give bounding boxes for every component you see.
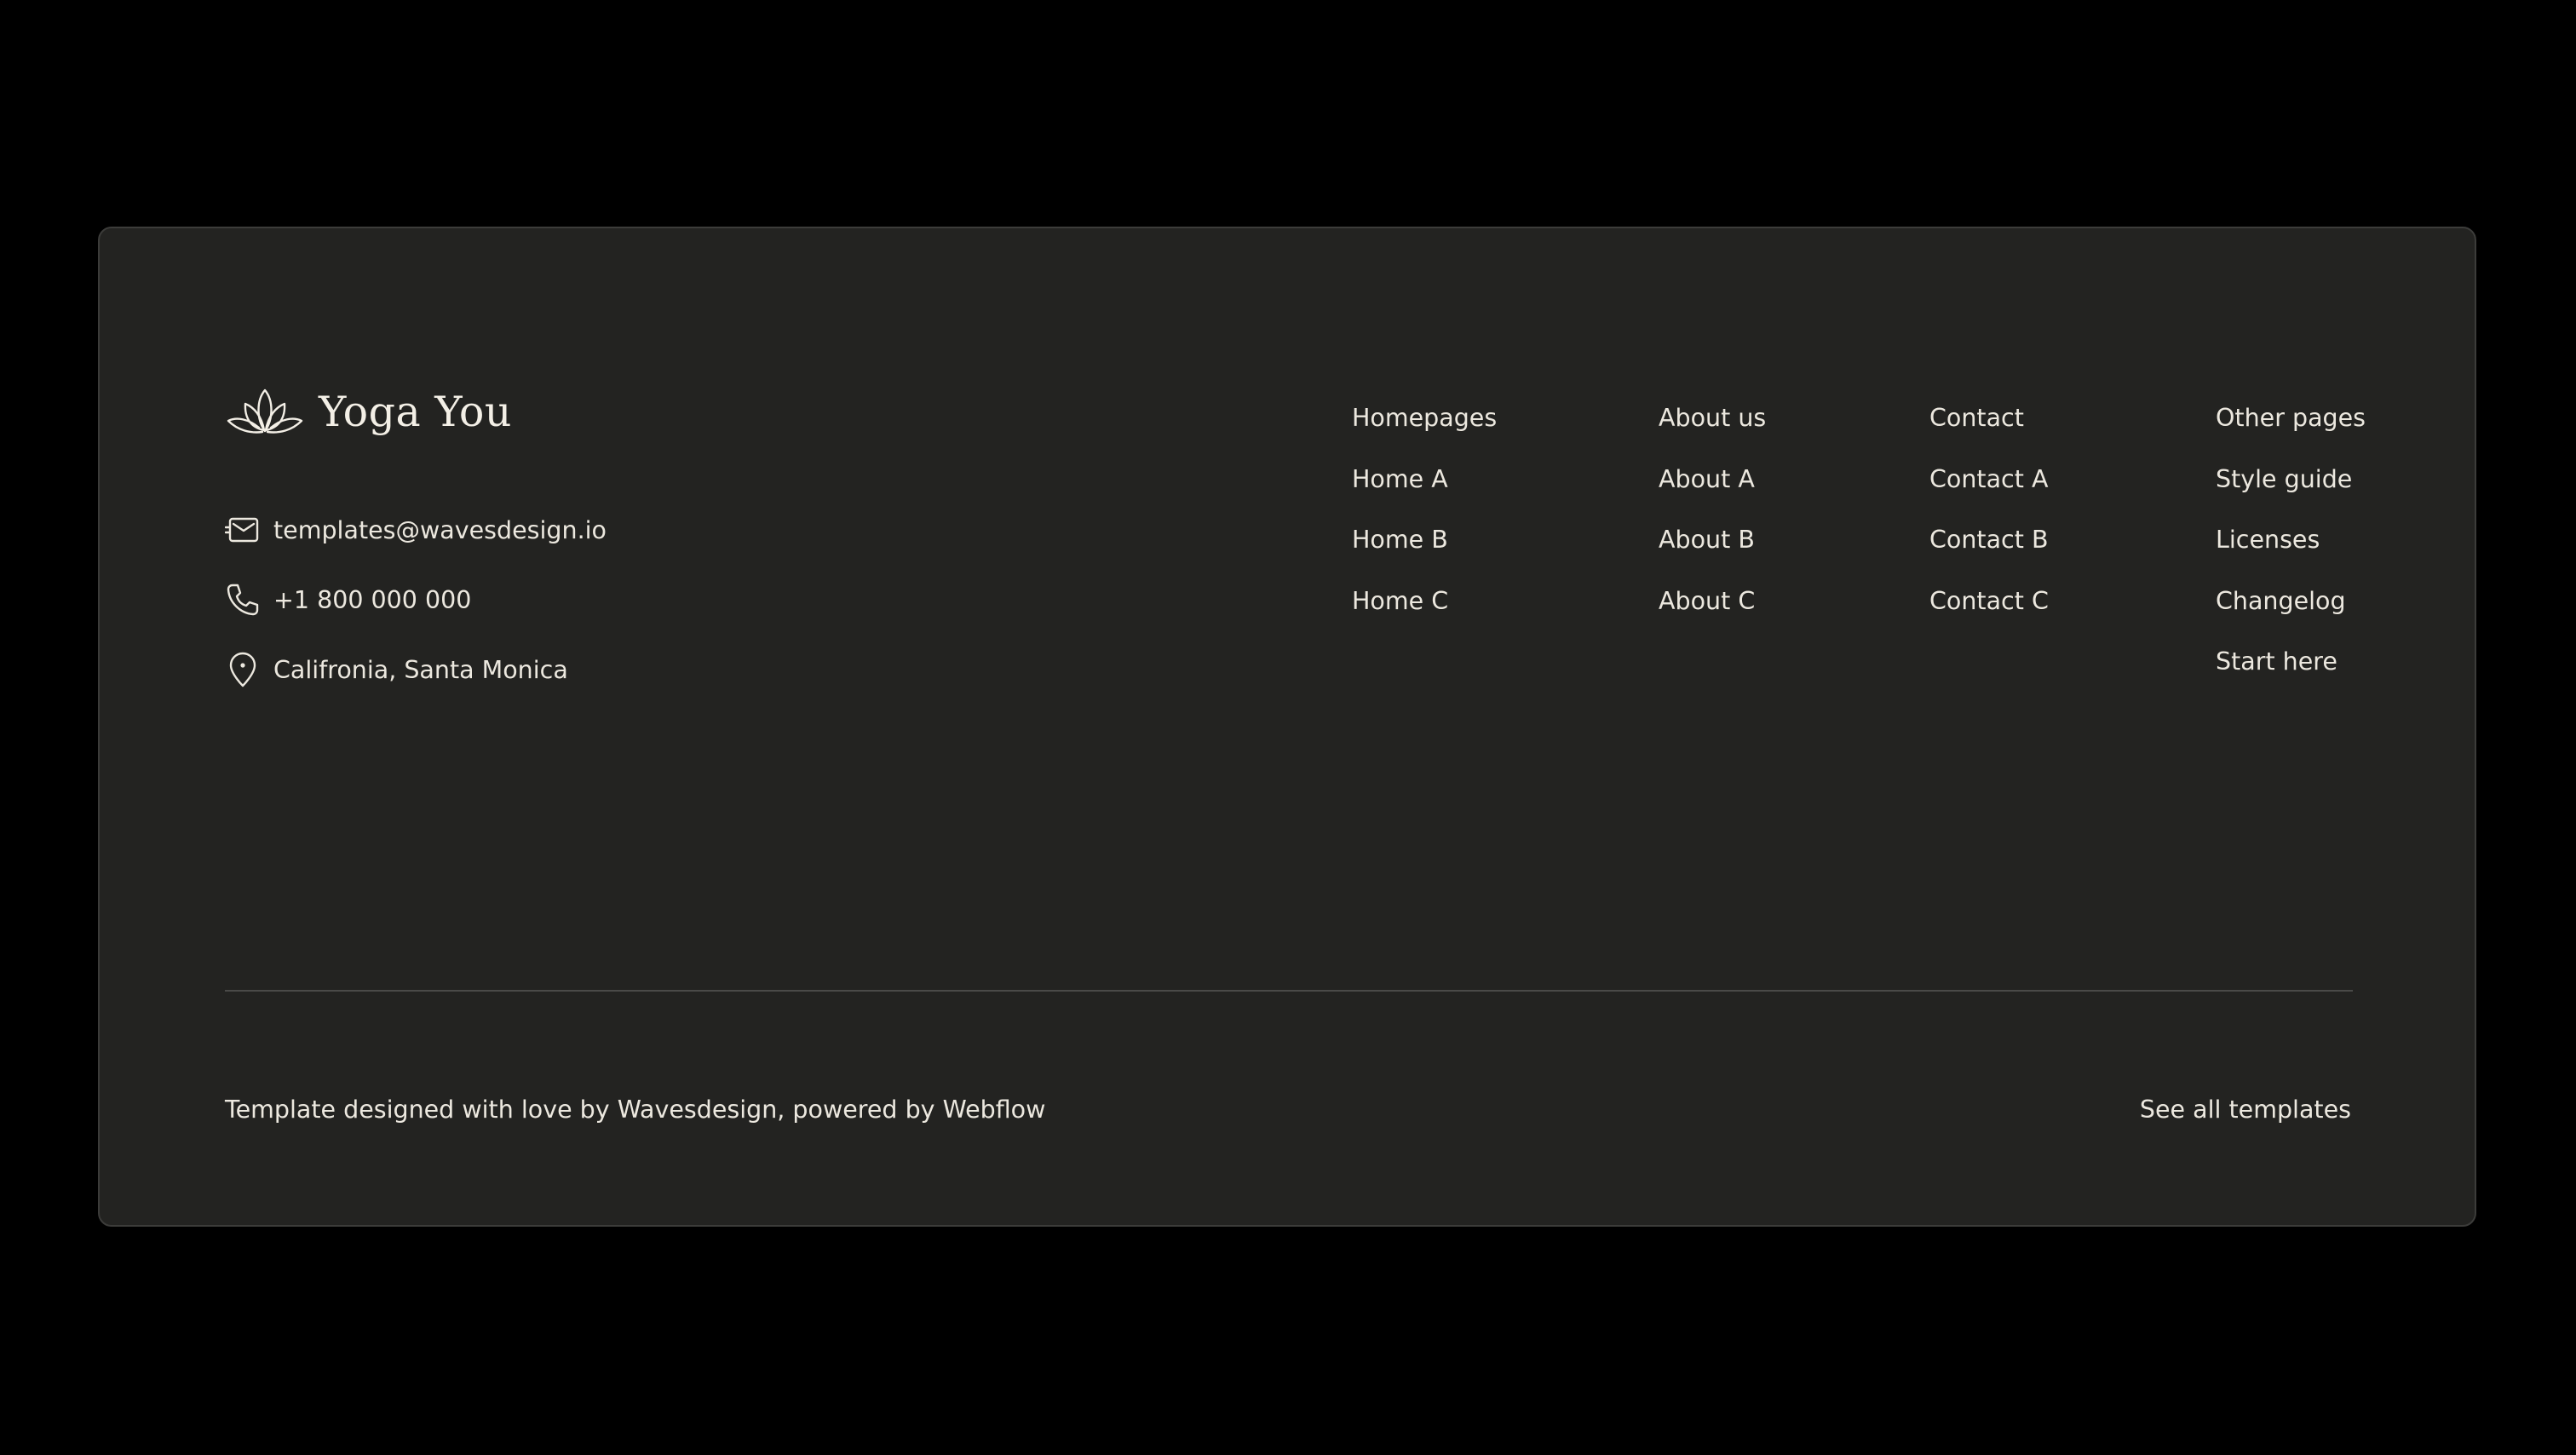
nav-link-home-c[interactable]: Home C (1352, 584, 1497, 646)
nav-link-home-a[interactable]: Home A (1352, 463, 1497, 524)
nav-heading-homepages[interactable]: Homepages (1352, 401, 1497, 463)
nav-link-home-b[interactable]: Home B (1352, 523, 1497, 584)
nav-heading-about-us[interactable]: About us (1659, 401, 1766, 463)
nav-link-changelog[interactable]: Changelog (2216, 584, 2366, 646)
lotus-icon (227, 388, 303, 434)
address-row: Califronia, Santa Monica (225, 649, 568, 690)
footer-nav-other-pages: Other pages Style guide Licenses Changel… (2216, 401, 2366, 706)
footer-divider (225, 990, 2353, 992)
phone-text: +1 800 000 000 (273, 585, 472, 614)
footer-nav-homepages: Homepages Home A Home B Home C (1352, 401, 1497, 645)
nav-link-about-b[interactable]: About B (1659, 523, 1766, 584)
email-text: templates@wavesdesign.io (273, 515, 607, 544)
footer-nav-contact: Contact Contact A Contact B Contact C (1929, 401, 2049, 645)
nav-link-style-guide[interactable]: Style guide (2216, 463, 2366, 524)
brand-logo-link[interactable]: Yoga You (225, 385, 512, 438)
location-pin-icon (229, 652, 256, 687)
footer-nav-about: About us About A About B About C (1659, 401, 1766, 645)
nav-heading-contact[interactable]: Contact (1929, 401, 2049, 463)
email-link[interactable]: templates@wavesdesign.io (225, 509, 607, 550)
mail-icon (225, 517, 259, 543)
nav-link-contact-a[interactable]: Contact A (1929, 463, 2049, 524)
address-text: Califronia, Santa Monica (273, 655, 568, 684)
nav-heading-other-pages[interactable]: Other pages (2216, 401, 2366, 463)
site-footer: Yoga You templates@wavesdesign.io +1 800… (98, 227, 2476, 1227)
nav-link-about-c[interactable]: About C (1659, 584, 1766, 646)
see-all-templates-link[interactable]: See all templates (2140, 1096, 2351, 1124)
footer-credit: Template designed with love by Wavesdesi… (225, 1096, 1046, 1124)
brand-name: Yoga You (319, 387, 512, 436)
nav-link-about-a[interactable]: About A (1659, 463, 1766, 524)
phone-icon (227, 584, 259, 616)
nav-link-contact-b[interactable]: Contact B (1929, 523, 2049, 584)
nav-link-contact-c[interactable]: Contact C (1929, 584, 2049, 646)
phone-link[interactable]: +1 800 000 000 (225, 579, 471, 620)
nav-link-licenses[interactable]: Licenses (2216, 523, 2366, 584)
nav-link-start-here[interactable]: Start here (2216, 645, 2366, 706)
